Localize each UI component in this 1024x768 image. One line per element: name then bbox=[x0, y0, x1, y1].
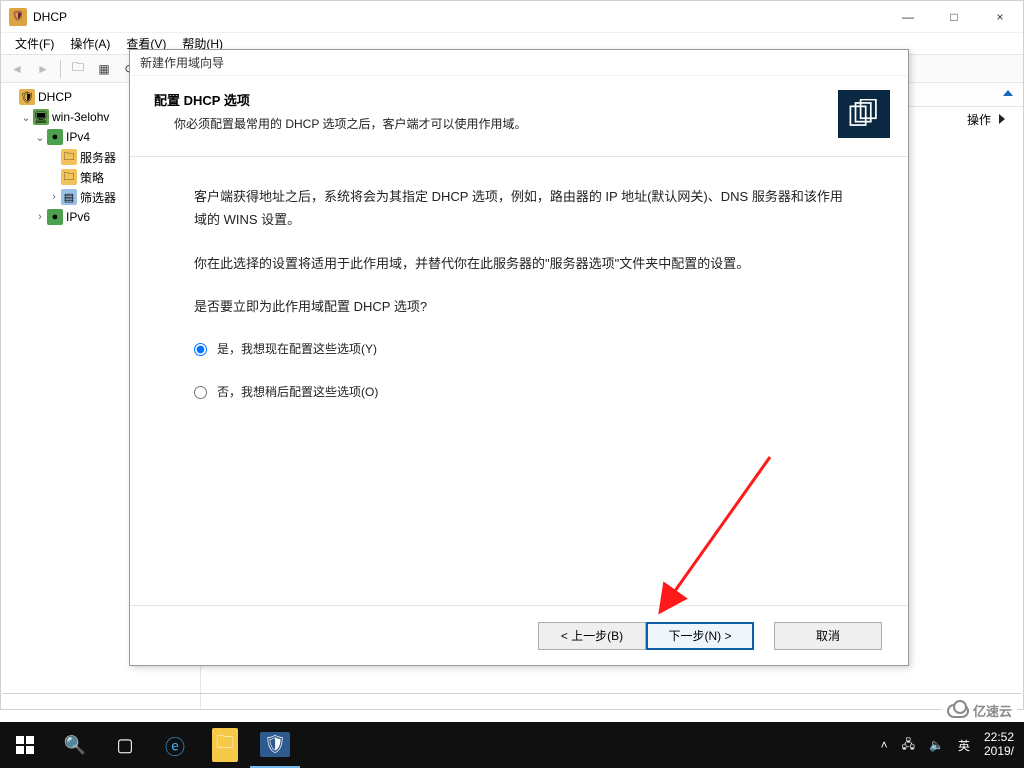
radio-no-label: 否，我想稍后配置这些选项(O) bbox=[217, 382, 378, 404]
menu-file[interactable]: 文件(F) bbox=[7, 33, 62, 55]
toolbar-btn-1[interactable]: 🗀 bbox=[66, 58, 90, 80]
radio-yes-input[interactable] bbox=[194, 343, 207, 356]
taskbar-search-icon[interactable]: 🔍 bbox=[50, 722, 100, 768]
triangle-right-icon bbox=[999, 114, 1005, 124]
titlebar[interactable]: 🛡 DHCP — □ × bbox=[1, 1, 1023, 33]
window-title: DHCP bbox=[33, 10, 67, 24]
tray-ime[interactable]: 英 bbox=[958, 737, 970, 754]
radio-group: 是，我想现在配置这些选项(Y) 否，我想稍后配置这些选项(O) bbox=[194, 339, 844, 404]
menu-action[interactable]: 操作(A) bbox=[62, 33, 118, 55]
cancel-button[interactable]: 取消 bbox=[774, 622, 882, 650]
back-button[interactable]: < 上一步(B) bbox=[538, 622, 646, 650]
collapse-caret-icon[interactable] bbox=[1003, 90, 1013, 96]
minimize-button[interactable]: — bbox=[885, 1, 931, 33]
tray-network-icon[interactable]: 🖧 bbox=[902, 735, 915, 756]
tray-volume-icon[interactable]: 🔈 bbox=[929, 738, 944, 752]
wizard-header-icon bbox=[838, 90, 890, 138]
next-button[interactable]: 下一步(N) > bbox=[646, 622, 754, 650]
wizard-button-row: < 上一步(B) 下一步(N) > 取消 bbox=[130, 605, 908, 665]
radio-no-input[interactable] bbox=[194, 386, 207, 399]
wizard-para-1: 客户端获得地址之后，系统将会为其指定 DHCP 选项，例如，路由器的 IP 地址… bbox=[194, 185, 844, 232]
radio-yes[interactable]: 是，我想现在配置这些选项(Y) bbox=[194, 339, 844, 361]
dhcp-app-icon: 🛡 bbox=[9, 8, 27, 26]
toolbar-btn-2[interactable]: ▦ bbox=[92, 58, 116, 80]
tray-chevron-icon[interactable]: ˄ bbox=[881, 738, 888, 752]
tray-time: 22:52 bbox=[984, 731, 1014, 745]
wizard-para-2: 你在此选择的设置将适用于此作用域，并替代你在此服务器的"服务器选项"文件夹中配置… bbox=[194, 252, 844, 275]
taskbar[interactable]: 🔍 ▢ ⓔ 🗀 🛡 ˄ 🖧 🔈 英 22:52 2019/ bbox=[0, 722, 1024, 768]
taskbar-dhcp-icon[interactable]: 🛡 bbox=[250, 722, 300, 768]
wizard-header-title: 配置 DHCP 选项 bbox=[154, 90, 838, 109]
new-scope-wizard: 新建作用域向导 配置 DHCP 选项 你必须配置最常用的 DHCP 选项之后，客… bbox=[129, 49, 909, 666]
radio-yes-label: 是，我想现在配置这些选项(Y) bbox=[217, 339, 377, 361]
wizard-title-text: 新建作用域向导 bbox=[140, 54, 224, 71]
radio-no[interactable]: 否，我想稍后配置这些选项(O) bbox=[194, 382, 844, 404]
actions-label: 操作 bbox=[967, 111, 991, 128]
wizard-titlebar[interactable]: 新建作用域向导 bbox=[130, 50, 908, 76]
wizard-body: 客户端获得地址之后，系统将会为其指定 DHCP 选项，例如，路由器的 IP 地址… bbox=[130, 157, 908, 605]
watermark-text: 亿速云 bbox=[973, 701, 1012, 720]
close-button[interactable]: × bbox=[977, 1, 1023, 33]
wizard-question: 是否要立即为此作用域配置 DHCP 选项? bbox=[194, 295, 844, 318]
taskbar-explorer-icon[interactable]: 🗀 bbox=[200, 722, 250, 768]
wizard-header: 配置 DHCP 选项 你必须配置最常用的 DHCP 选项之后，客户端才可以使用作… bbox=[130, 76, 908, 157]
tray-clock[interactable]: 22:52 2019/ bbox=[984, 731, 1014, 759]
taskview-icon[interactable]: ▢ bbox=[100, 722, 150, 768]
start-button[interactable] bbox=[0, 722, 50, 768]
window-buttons: — □ × bbox=[885, 1, 1023, 33]
nav-fwd-button[interactable]: ► bbox=[31, 58, 55, 80]
maximize-button[interactable]: □ bbox=[931, 1, 977, 33]
taskbar-ie-icon[interactable]: ⓔ bbox=[150, 722, 200, 768]
watermark: 亿速云 bbox=[941, 699, 1018, 722]
system-tray[interactable]: ˄ 🖧 🔈 英 22:52 2019/ bbox=[881, 731, 1024, 759]
wizard-header-subtitle: 你必须配置最常用的 DHCP 选项之后，客户端才可以使用作用域。 bbox=[154, 115, 838, 132]
nav-back-button[interactable]: ◄ bbox=[5, 58, 29, 80]
tray-date: 2019/ bbox=[984, 745, 1014, 759]
annotation-arrow-icon bbox=[630, 447, 790, 627]
cloud-icon bbox=[947, 704, 969, 718]
